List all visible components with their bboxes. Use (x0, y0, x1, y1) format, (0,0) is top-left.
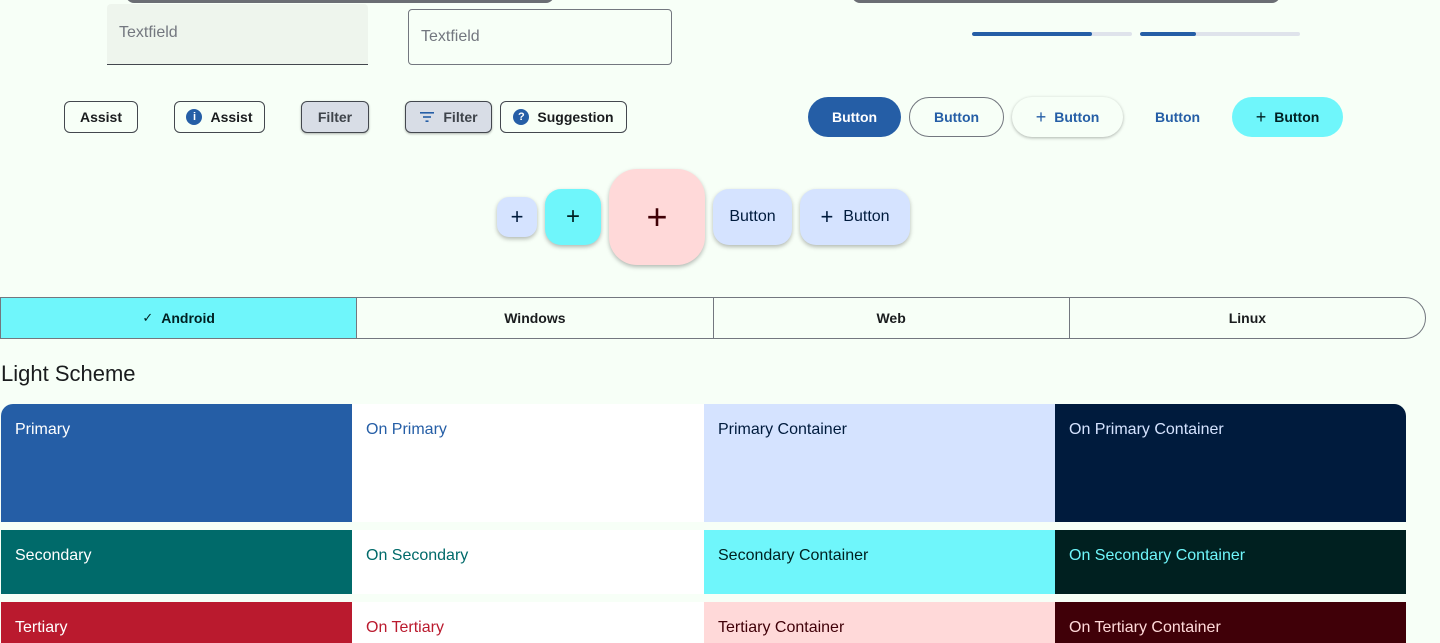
small-fab[interactable]: + (497, 197, 537, 237)
segment-windows[interactable]: Windows (357, 298, 714, 338)
add-icon: + (1035, 107, 1047, 127)
filled-textfield[interactable] (107, 4, 368, 65)
outlined-textfield-input[interactable] (409, 10, 671, 64)
swatch-primary: Primary (1, 404, 352, 522)
segment-windows-label: Windows (504, 310, 566, 326)
check-icon: ✓ (142, 310, 154, 325)
swatch-label: On Primary Container (1069, 421, 1224, 438)
swatch-on-tertiary-container: On Tertiary Container (1055, 602, 1406, 643)
scheme-row-secondary: Secondary On Secondary Secondary Contain… (1, 530, 1406, 594)
swatch-on-primary-container: On Primary Container (1055, 404, 1406, 522)
segment-web[interactable]: Web (714, 298, 1070, 338)
assist-chip-icon-label: Assist (210, 109, 253, 125)
swatch-secondary-container: Secondary Container (704, 530, 1055, 594)
segment-linux[interactable]: Linux (1070, 298, 1425, 338)
segment-linux-label: Linux (1228, 310, 1267, 326)
section-title: Light Scheme (1, 361, 136, 386)
swatch-on-secondary: On Secondary (352, 530, 704, 594)
text-button-label: Button (1154, 109, 1201, 125)
add-icon: + (1255, 107, 1267, 127)
swatch-label: On Tertiary Container (1069, 619, 1221, 636)
extended-fab-label: Button (729, 208, 776, 225)
assist-chip[interactable]: Assist (64, 101, 138, 133)
swatch-label: On Tertiary (366, 619, 444, 636)
linear-progress-1 (972, 32, 1132, 36)
swatch-label: Primary (15, 421, 71, 438)
swatch-label: Secondary (15, 547, 92, 564)
outlined-textfield[interactable] (408, 9, 672, 65)
progress-fill-2 (1140, 32, 1196, 36)
swatch-tertiary-container: Tertiary Container (704, 602, 1055, 643)
swatch-label: On Secondary Container (1069, 547, 1246, 564)
swatch-on-secondary-container: On Secondary Container (1055, 530, 1406, 594)
suggestion-chip-label: Suggestion (537, 109, 614, 125)
standard-fab[interactable]: + (545, 189, 601, 245)
text-button[interactable]: Button (1131, 97, 1224, 137)
filter-chip-with-icon[interactable]: Filter (405, 101, 492, 133)
swatch-label: On Primary (366, 421, 447, 438)
scheme-row-tertiary: Tertiary On Tertiary Tertiary Container … (1, 602, 1406, 643)
add-icon: + (646, 196, 668, 237)
scheme-row-primary: Primary On Primary Primary Container On … (1, 404, 1406, 522)
top-slider-track-left (126, 0, 554, 3)
add-icon: + (510, 204, 524, 229)
outlined-button-label: Button (933, 109, 980, 125)
swatch-primary-container: Primary Container (704, 404, 1055, 522)
large-fab[interactable]: + (609, 169, 705, 265)
add-icon: + (820, 204, 834, 229)
segment-android[interactable]: ✓ Android (1, 298, 358, 338)
platform-segmented-button: ✓ Android Windows Web Linux (0, 297, 1426, 339)
info-icon: i (186, 109, 203, 125)
color-scheme-grid: Primary On Primary Primary Container On … (1, 404, 1406, 643)
swatch-label: Primary Container (718, 421, 847, 438)
filled-button[interactable]: Button (808, 97, 901, 137)
elevated-button-label: Button (1054, 109, 1100, 125)
swatch-label: Secondary Container (718, 547, 869, 564)
extended-fab[interactable]: Button (713, 189, 792, 245)
elevated-button[interactable]: + Button (1012, 97, 1123, 137)
swatch-label: Tertiary (15, 619, 68, 636)
filled-button-label: Button (831, 109, 878, 125)
extended-fab-icon-label: Button (843, 208, 890, 225)
filter-chip[interactable]: Filter (301, 101, 369, 133)
suggestion-chip[interactable]: ? Suggestion (500, 101, 627, 133)
swatch-secondary: Secondary (1, 530, 352, 594)
assist-chip-label: Assist (79, 109, 123, 125)
add-icon: + (565, 203, 580, 230)
swatch-on-tertiary: On Tertiary (352, 602, 704, 643)
swatch-label: On Secondary (366, 547, 469, 564)
swatch-on-primary: On Primary (352, 404, 704, 522)
top-slider-track-right (852, 0, 1280, 3)
filled-textfield-input[interactable] (107, 4, 368, 62)
segment-android-label: Android (161, 310, 215, 326)
segment-web-label: Web (876, 310, 906, 326)
outlined-button[interactable]: Button (909, 97, 1004, 137)
linear-progress-2 (1140, 32, 1300, 36)
assist-chip-with-icon[interactable]: i Assist (174, 101, 265, 133)
tonal-button-label: Button (1274, 109, 1320, 125)
extended-fab-with-icon[interactable]: + Button (800, 189, 910, 245)
filter-list-icon (420, 112, 435, 122)
swatch-tertiary: Tertiary (1, 602, 352, 643)
progress-fill-1 (972, 32, 1092, 36)
swatch-label: Tertiary Container (718, 619, 845, 636)
help-icon: ? (513, 109, 530, 125)
filter-chip-label: Filter (317, 109, 353, 125)
filter-chip-icon-label: Filter (443, 109, 478, 125)
tonal-button[interactable]: + Button (1232, 97, 1343, 137)
